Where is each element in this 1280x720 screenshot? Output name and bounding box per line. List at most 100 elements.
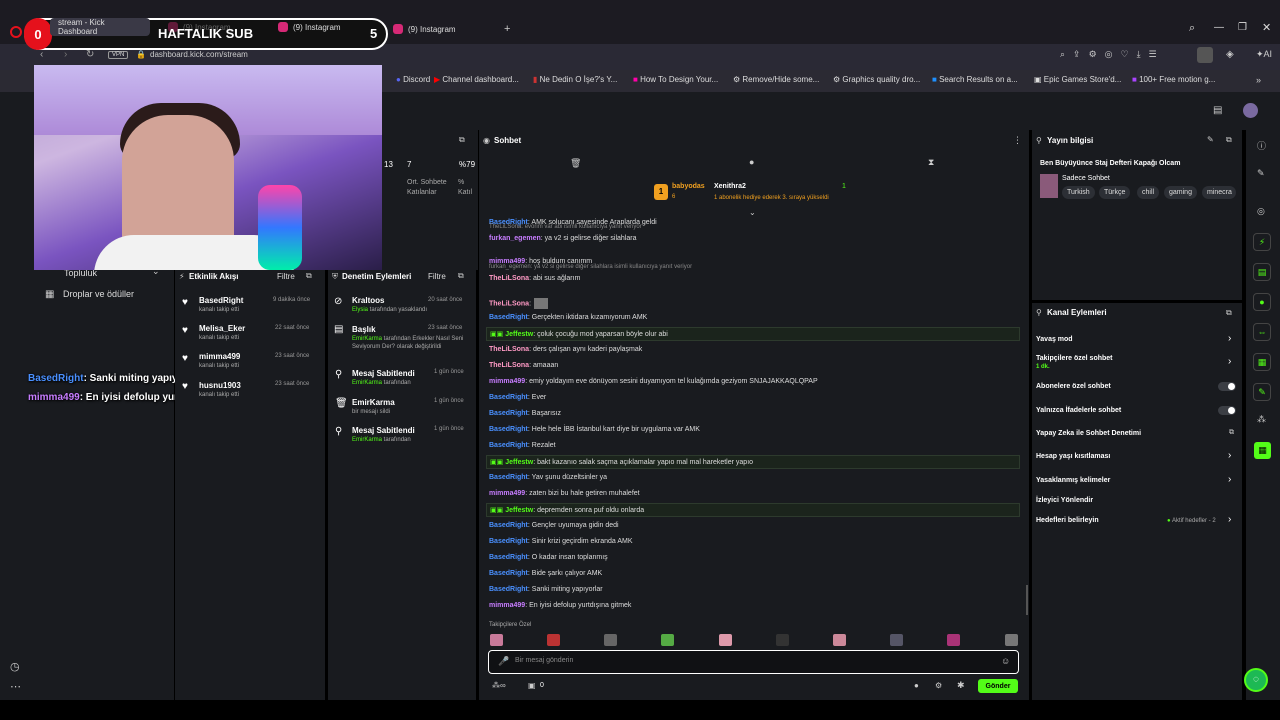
ai-button[interactable]: ✦AI <box>1256 49 1272 60</box>
external-icon[interactable]: ⧉ <box>458 271 464 281</box>
subscribers-only-toggle[interactable] <box>1218 382 1236 391</box>
chat-message[interactable]: TheLiLSona: amaaan <box>489 362 558 369</box>
chat-message[interactable]: BasedRight: Başarısız <box>489 410 561 417</box>
tag[interactable]: Türkçe <box>1099 186 1131 199</box>
chat-username[interactable]: BasedRight <box>489 442 528 449</box>
more-bookmarks-icon[interactable]: » <box>1256 75 1261 85</box>
emote-button[interactable] <box>1005 634 1018 646</box>
action-banned-words[interactable]: Yasaklanmış kelimeler <box>1036 477 1110 484</box>
emote-button[interactable] <box>490 634 503 646</box>
emote-button[interactable] <box>890 634 903 646</box>
link-icon[interactable]: ⇔ <box>1253 323 1271 341</box>
chat-scrollbar[interactable] <box>1026 585 1028 615</box>
chat-username[interactable]: BasedRight <box>489 554 528 561</box>
help-chat-icon[interactable]: ◌ <box>1244 668 1268 692</box>
gear-icon[interactable]: ⚙ <box>935 681 942 690</box>
chat-username[interactable]: Jeffestw <box>505 331 533 338</box>
layout-icon[interactable]: ▦ <box>1253 353 1271 371</box>
external-icon[interactable]: ⧉ <box>1226 308 1232 318</box>
bookmark-search-results[interactable]: ■ Search Results on a... <box>932 75 1018 84</box>
chat-message[interactable]: BasedRight: Gerçekten iktidara kızamıyor… <box>489 314 647 321</box>
chevron-right-icon[interactable]: › <box>1228 474 1231 485</box>
bookmark-remove-hide[interactable]: ⚙ Remove/Hide some... <box>733 75 819 84</box>
infinity-icon[interactable]: ⁂∞ <box>492 681 506 690</box>
chat-username[interactable]: BasedRight <box>489 538 528 545</box>
chat-message[interactable]: mimma499: zaten bizi bu hale getiren muh… <box>489 490 640 497</box>
emote-button[interactable] <box>547 634 560 646</box>
browser-tab-3[interactable]: (9) Instagram <box>270 18 349 36</box>
chat-username[interactable]: furkan_egemen <box>489 235 541 242</box>
tag[interactable]: chill <box>1137 186 1160 199</box>
kebab-menu-icon[interactable]: ⋮ <box>1013 135 1022 146</box>
trash-icon[interactable]: 🗑 <box>570 158 581 169</box>
chat-message[interactable]: BasedRight: Bide şarkı çalıyor AMK <box>489 570 602 577</box>
chat-message[interactable]: furkan_egemen: ya v2 si gelirse diğer si… <box>489 235 636 242</box>
chat-message[interactable]: ▣▣ Jeffestw: bakt kazanıo salak saçma aç… <box>490 458 753 466</box>
close-icon[interactable]: ✕ <box>1262 21 1271 34</box>
chat-username[interactable]: mimma499 <box>489 490 525 497</box>
inbox-icon[interactable]: ▤ <box>1213 105 1222 116</box>
tag[interactable]: minecra <box>1202 186 1236 199</box>
chat-username[interactable]: mimma499 <box>489 602 525 609</box>
emotes-only-toggle[interactable] <box>1218 406 1236 415</box>
emote-button[interactable] <box>947 634 960 646</box>
wrench-icon[interactable]: ✎ <box>1253 383 1271 401</box>
chat-username[interactable]: Jeffestw <box>505 459 533 466</box>
chat-settings-icon[interactable]: ● <box>914 681 919 690</box>
chat-username[interactable]: BasedRight <box>489 410 528 417</box>
chat-username[interactable]: TheLiLSona <box>489 362 529 369</box>
search-icon[interactable]: ⌕ <box>1189 22 1195 35</box>
chat-message[interactable]: TheLiLSona: ders çalışan aynı kaderi pay… <box>489 346 642 353</box>
chat-username[interactable]: TheLiLSona <box>489 275 529 282</box>
microphone-icon[interactable]: 🎤 <box>498 656 509 667</box>
chat-username[interactable]: TheLiLSona <box>489 300 529 307</box>
external-icon[interactable]: ⧉ <box>459 135 465 145</box>
tag[interactable]: Turkish <box>1062 186 1095 199</box>
chat-message[interactable]: BasedRight: Rezalet <box>489 442 556 449</box>
back-icon[interactable]: ‹ <box>40 49 43 60</box>
chat-message[interactable]: mimma499: emiy yoldayım eve dönüyom sesi… <box>489 378 818 385</box>
people-icon[interactable]: ⁂ <box>1257 414 1266 425</box>
chat-message[interactable]: ▣▣ Jeffestw: depremden sonra puf oldu on… <box>490 506 644 514</box>
action-followers-only[interactable]: Takipçilere özel sohbet <box>1036 355 1113 362</box>
bookmark-how-to-design[interactable]: ■ How To Design Your... <box>633 75 718 84</box>
activity-user[interactable]: mimma499 <box>199 352 240 361</box>
tag[interactable]: gaming <box>1164 186 1197 199</box>
cube-icon[interactable]: ◈ <box>1226 49 1234 60</box>
pinned-user-2[interactable]: Xenithra2 <box>714 183 746 190</box>
chat-message[interactable]: BasedRight: Gençler uyumaya gidin dedi <box>489 522 619 529</box>
chat-message[interactable]: BasedRight: Sanki miting yapıyorlar <box>489 586 603 593</box>
minimize-icon[interactable]: — <box>1214 22 1224 33</box>
maximize-icon[interactable]: ❐ <box>1238 22 1247 33</box>
emote-button[interactable] <box>719 634 732 646</box>
reload-icon[interactable]: ↻ <box>86 49 94 60</box>
emote-button[interactable] <box>604 634 617 646</box>
emote-button[interactable] <box>776 634 789 646</box>
nav-item-drops[interactable]: Droplar ve ödüller <box>63 289 134 299</box>
bookmark-channel-dashboard[interactable]: ▶ Channel dashboard... <box>434 75 519 84</box>
chat-message[interactable]: BasedRight: Sinir krizi geçirdim ekranda… <box>489 538 633 545</box>
edit-icon[interactable]: ✎ <box>1257 168 1265 179</box>
bookmark-graphics-quality[interactable]: ⚙ Graphics quality dro... <box>833 75 920 84</box>
chat-username[interactable]: mimma499 <box>489 378 525 385</box>
chat-username[interactable]: BasedRight <box>489 586 528 593</box>
activity-user[interactable]: husnu1903 <box>199 381 241 390</box>
browser-tab-4[interactable]: (9) Instagram <box>385 18 464 40</box>
chat-message[interactable]: TheLiLSona: <box>489 298 549 309</box>
activity-user[interactable]: Melisa_Eker <box>199 324 245 333</box>
edit-icon[interactable]: ✎ <box>1207 135 1214 144</box>
action-set-goals[interactable]: Hedefleri belirleyin <box>1036 517 1099 524</box>
chat-username[interactable]: BasedRight <box>489 394 528 401</box>
chat-message[interactable]: BasedRight: Ever <box>489 394 546 401</box>
external-icon[interactable]: ⧉ <box>1226 135 1232 145</box>
chevron-down-icon[interactable]: ⌄ <box>749 208 756 217</box>
emote-icon[interactable]: ✱ <box>957 680 965 691</box>
forward-icon[interactable]: › <box>64 49 67 60</box>
emoji-icon[interactable]: ☺ <box>1001 656 1010 666</box>
new-tab-icon[interactable]: + <box>504 23 510 35</box>
chevron-right-icon[interactable]: › <box>1228 450 1231 461</box>
vpn-badge[interactable]: VPN <box>108 51 129 59</box>
emote-button[interactable] <box>833 634 846 646</box>
action-ai-moderation[interactable]: Yapay Zeka ile Sohbet Denetimi <box>1036 430 1141 437</box>
action-emotes-only[interactable]: Yalnızca İfadelerle sohbet <box>1036 407 1121 414</box>
